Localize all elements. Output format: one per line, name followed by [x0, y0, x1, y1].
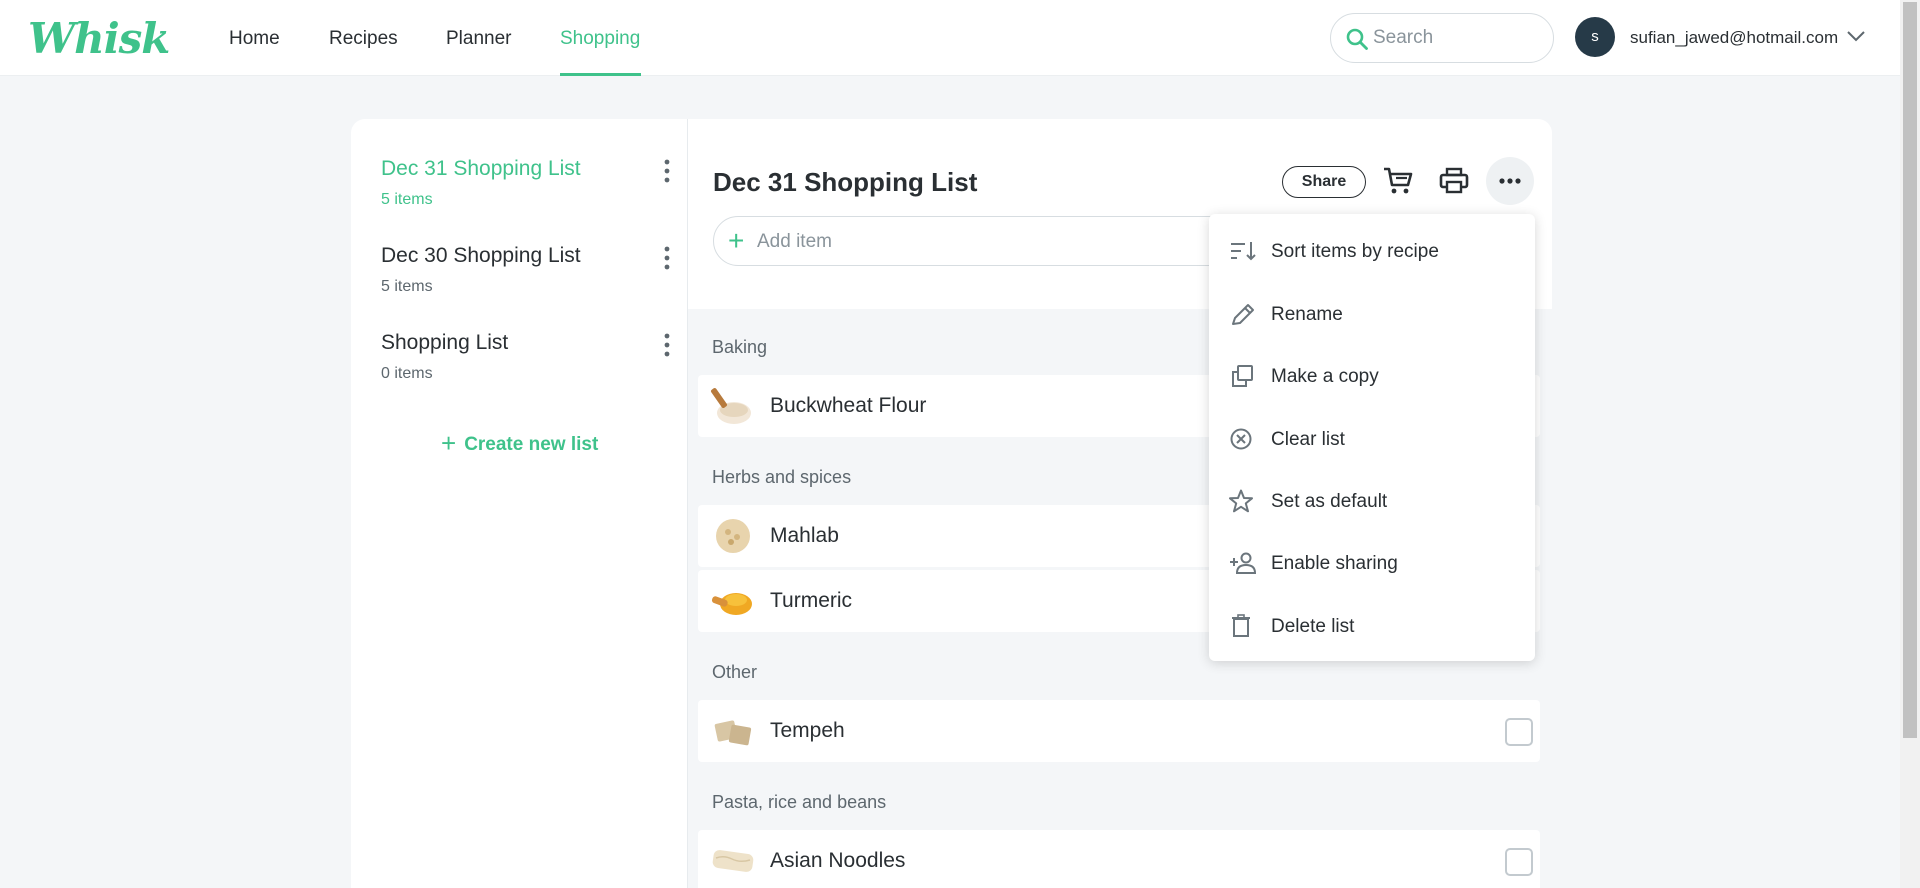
list-name: Dec 31 Shopping List [381, 157, 581, 180]
mahlab-image [716, 519, 750, 553]
category-label: Baking [712, 337, 768, 357]
menu-delete-list[interactable]: Delete list [1209, 601, 1535, 651]
trash-icon [1232, 614, 1250, 637]
menu-clear-list[interactable]: Clear list [1209, 414, 1535, 464]
page-title: Dec 31 Shopping List [713, 167, 978, 197]
category-label: Herbs and spices [712, 467, 852, 487]
nav-planner[interactable]: Planner [446, 28, 512, 50]
list-count: 5 items [381, 191, 433, 208]
list-options-menu: Sort items by recipe Rename Make a copy … [1209, 214, 1535, 661]
tempeh-image [714, 720, 752, 746]
add-item-input[interactable] [757, 229, 1157, 255]
active-nav-indicator [560, 73, 641, 76]
print-icon[interactable] [1438, 165, 1470, 197]
menu-set-as-default[interactable]: Set as default [1209, 476, 1535, 526]
avatar[interactable]: s [1575, 17, 1615, 57]
user-email[interactable]: sufian_jawed@hotmail.com [1630, 28, 1838, 48]
item-name: Tempeh [770, 719, 845, 742]
list-item[interactable]: Asian Noodles [698, 830, 1540, 888]
pencil-icon [1232, 304, 1254, 325]
plus-icon: + [728, 225, 745, 256]
menu-sort-items-by-recipe[interactable]: Sort items by recipe [1209, 226, 1535, 276]
star-icon [1229, 489, 1253, 513]
copy-icon [1232, 365, 1253, 387]
menu-label: Set as default [1271, 491, 1388, 512]
create-list-label: Create new list [464, 434, 599, 455]
menu-label: Sort items by recipe [1271, 241, 1439, 262]
clear-icon [1230, 428, 1252, 450]
search-input[interactable] [1373, 24, 1543, 52]
item-name: Buckwheat Flour [770, 394, 927, 417]
more-options-button[interactable] [1486, 157, 1534, 205]
nav-home[interactable]: Home [229, 28, 280, 50]
chevron-down-icon[interactable] [1846, 28, 1866, 44]
search-icon [1346, 28, 1368, 50]
list-item[interactable]: Tempeh [698, 700, 1540, 762]
menu-label: Delete list [1271, 616, 1355, 637]
menu-label: Rename [1271, 304, 1343, 325]
list-entry-shopping-list[interactable]: Shopping List 0 items [381, 331, 671, 383]
plus-icon: + [441, 428, 457, 458]
lists-sidebar: Dec 31 Shopping List 5 items Dec 30 Shop… [351, 119, 687, 888]
category-label: Other [712, 662, 758, 682]
list-count: 5 items [381, 278, 433, 295]
item-name: Turmeric [770, 589, 853, 612]
list-entry-dec31[interactable]: Dec 31 Shopping List 5 items [381, 157, 671, 209]
list-count: 0 items [381, 365, 433, 382]
sort-icon [1231, 242, 1256, 261]
more-horizontal-icon [1499, 178, 1521, 184]
category-label: Pasta, rice and beans [712, 792, 887, 812]
menu-label: Make a copy [1271, 366, 1379, 387]
list-name: Dec 30 Shopping List [381, 244, 581, 267]
whisk-logo[interactable]: Whisk [28, 14, 170, 63]
buckwheat-flour-image [711, 388, 751, 424]
kebab-menu-icon[interactable] [663, 331, 671, 359]
list-entry-dec30[interactable]: Dec 30 Shopping List 5 items [381, 244, 671, 296]
menu-label: Clear list [1271, 429, 1345, 450]
search-box[interactable] [1330, 13, 1554, 63]
item-name: Asian Noodles [770, 849, 906, 872]
turmeric-image [711, 593, 752, 615]
scrollbar-thumb[interactable] [1903, 2, 1917, 738]
create-new-list-button[interactable]: + Create new list [441, 426, 599, 458]
list-name: Shopping List [381, 331, 509, 354]
cart-icon[interactable] [1382, 165, 1414, 197]
kebab-menu-icon[interactable] [663, 244, 671, 272]
nav-shopping[interactable]: Shopping [560, 28, 640, 50]
nav-recipes[interactable]: Recipes [329, 28, 398, 50]
asian-noodles-image [712, 850, 754, 872]
item-name: Mahlab [770, 524, 839, 547]
add-person-icon [1230, 552, 1257, 574]
menu-make-a-copy[interactable]: Make a copy [1209, 351, 1535, 401]
menu-label: Enable sharing [1271, 553, 1398, 574]
item-checkbox[interactable] [1505, 848, 1533, 876]
kebab-menu-icon[interactable] [663, 157, 671, 185]
menu-rename[interactable]: Rename [1209, 289, 1535, 339]
share-button[interactable]: Share [1282, 166, 1366, 198]
item-checkbox[interactable] [1505, 718, 1533, 746]
menu-enable-sharing[interactable]: Enable sharing [1209, 538, 1535, 588]
top-header: Whisk Home Recipes Planner Shopping s su… [0, 0, 1900, 76]
